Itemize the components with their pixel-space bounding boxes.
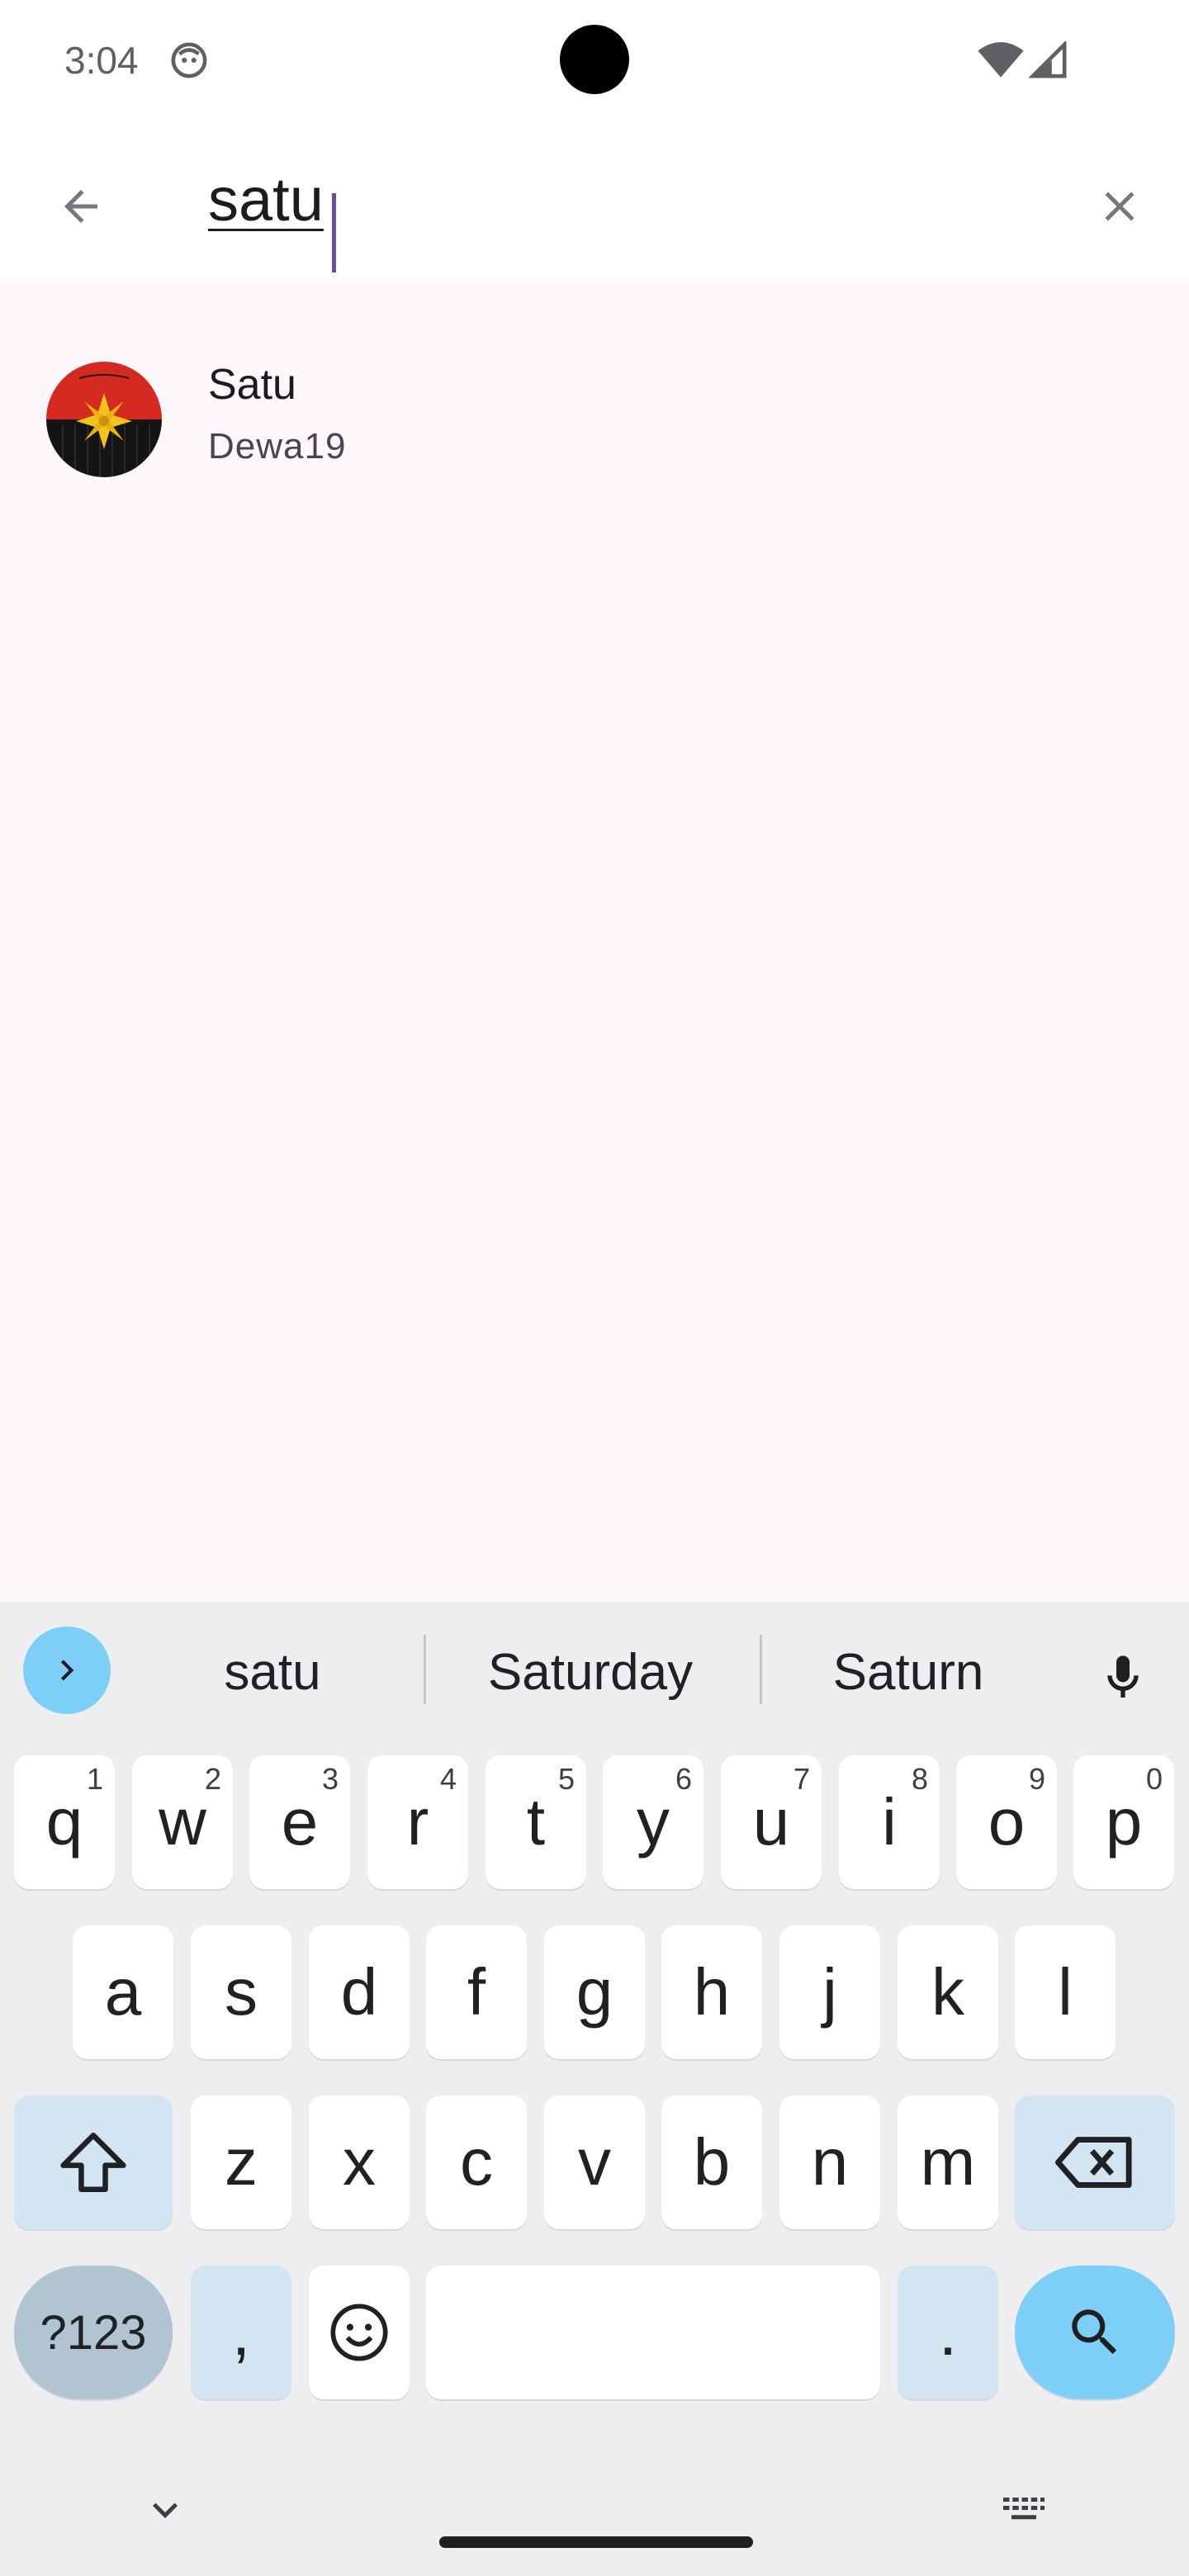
key-k[interactable]: k (898, 1925, 998, 2059)
backspace-key[interactable] (1015, 2095, 1175, 2229)
suggestion-strip: satu Saturday Saturn (0, 1602, 1189, 1717)
space-key[interactable] (426, 2266, 880, 2399)
suggestion-1[interactable]: satu (149, 1643, 396, 1702)
suggestion-divider (424, 1635, 426, 1704)
key-q[interactable]: q1 (14, 1755, 115, 1889)
search-input[interactable]: satu (208, 157, 1034, 272)
song-title: Satu (208, 361, 296, 409)
album-art-avatar (46, 362, 162, 477)
search-icon (1072, 2309, 1117, 2355)
key-g[interactable]: g (544, 1925, 645, 2059)
list-item[interactable]: Satu Dewa19 (0, 314, 1189, 477)
signal-icon (1029, 41, 1067, 78)
backspace-icon (1055, 2137, 1132, 2188)
search-query-text[interactable]: satu (208, 163, 324, 237)
soft-keyboard: satu Saturday Saturn q1 w2 e3 r4 t5 y6 u… (0, 1602, 1189, 2576)
search-screen: 3:04 satu Satu Dewa19 satu Saturday Satu… (0, 0, 1189, 2576)
key-x[interactable]: x (309, 2095, 410, 2229)
period-key[interactable]: . (898, 2266, 998, 2399)
keyboard-switch-icon[interactable] (999, 2485, 1049, 2535)
key-l[interactable]: l (1015, 1925, 1116, 2059)
key-c[interactable]: c (426, 2095, 527, 2229)
shift-arrow-icon (60, 2133, 126, 2192)
key-t[interactable]: t5 (486, 1755, 586, 1889)
app-notification-icon (171, 42, 207, 78)
key-n[interactable]: n (779, 2095, 880, 2229)
key-e[interactable]: e3 (249, 1755, 350, 1889)
key-o[interactable]: o9 (956, 1755, 1057, 1889)
comma-key[interactable]: , (191, 2266, 291, 2399)
search-action-key[interactable] (1015, 2266, 1175, 2399)
key-y[interactable]: y6 (603, 1755, 703, 1889)
key-m[interactable]: m (898, 2095, 998, 2229)
key-i[interactable]: i8 (839, 1755, 940, 1889)
search-results-list: Satu Dewa19 (0, 281, 1189, 1602)
artist-name: Dewa19 (208, 426, 347, 466)
emoji-icon (330, 2304, 388, 2361)
keyboard-nav-row (0, 2460, 1189, 2576)
close-icon (1105, 192, 1135, 221)
key-f[interactable]: f (426, 1925, 527, 2059)
key-w[interactable]: w2 (132, 1755, 233, 1889)
key-p[interactable]: p0 (1073, 1755, 1174, 1889)
hide-keyboard-chevron-icon[interactable] (140, 2485, 190, 2535)
key-s[interactable]: s (191, 1925, 291, 2059)
key-v[interactable]: v (544, 2095, 645, 2229)
chevron-right-icon (60, 1660, 74, 1681)
home-gesture-bar[interactable] (439, 2536, 753, 2548)
search-bar: satu (0, 124, 1189, 281)
key-j[interactable]: j (779, 1925, 880, 2059)
status-time: 3:04 (64, 39, 139, 82)
wifi-icon (978, 42, 1024, 78)
text-cursor (332, 193, 336, 272)
suggestion-3[interactable]: Saturn (793, 1643, 1024, 1702)
key-r[interactable]: r4 (367, 1755, 468, 1889)
arrow-back-icon (64, 190, 97, 223)
emoji-key[interactable] (309, 2266, 410, 2399)
key-a[interactable]: a (73, 1925, 173, 2059)
key-b[interactable]: b (661, 2095, 762, 2229)
symbols-key[interactable]: ?123 (14, 2266, 173, 2399)
suggestion-divider (760, 1635, 762, 1704)
voice-input-button[interactable] (1083, 1638, 1163, 1717)
key-d[interactable]: d (309, 1925, 410, 2059)
microphone-icon (1107, 1655, 1139, 1698)
keyboard-toolbar-expand-button[interactable] (23, 1627, 111, 1714)
key-h[interactable]: h (661, 1925, 762, 2059)
key-z[interactable]: z (191, 2095, 291, 2229)
suggestion-2[interactable]: Saturday (462, 1643, 718, 1702)
key-u[interactable]: u7 (721, 1755, 822, 1889)
shift-key[interactable] (14, 2095, 173, 2229)
clear-search-button[interactable] (1078, 165, 1161, 248)
camera-cutout (560, 25, 629, 94)
status-bar: 3:04 (0, 0, 1189, 124)
back-button[interactable] (40, 165, 122, 248)
